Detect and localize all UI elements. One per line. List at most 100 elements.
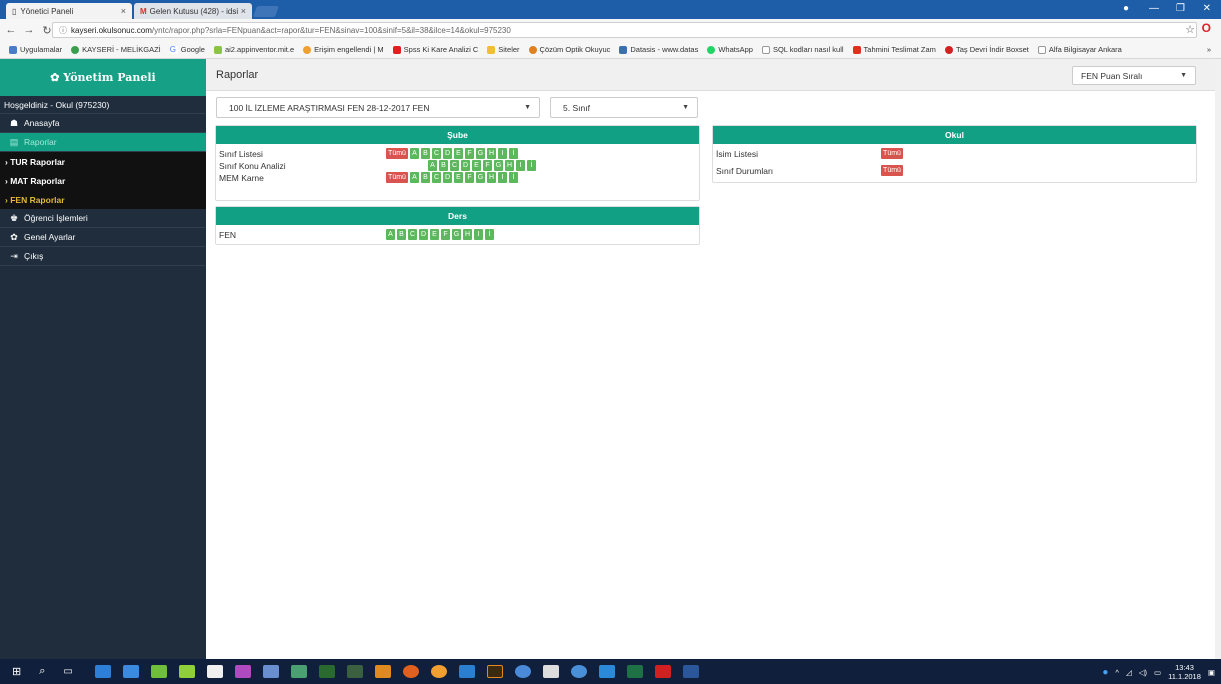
bookmark-item[interactable]: Siteler <box>487 45 520 54</box>
app-icon[interactable] <box>178 665 195 678</box>
excel-icon[interactable] <box>626 665 643 678</box>
clock[interactable]: 13:43 11.1.2018 <box>1168 663 1201 681</box>
app-icon[interactable] <box>374 665 391 678</box>
close-icon[interactable]: × <box>241 6 246 16</box>
sidebar-item-ayarlar[interactable]: ✿ Genel Ayarlar <box>0 228 206 247</box>
branch-button[interactable]: C <box>450 160 459 171</box>
sidebar-item-cikis[interactable]: ⇥ Çıkış <box>0 247 206 266</box>
branch-button[interactable]: C <box>432 172 441 183</box>
close-icon[interactable]: × <box>121 6 126 16</box>
task-view-icon[interactable]: ▭ <box>63 666 72 677</box>
exam-select[interactable]: 100 İL İZLEME ARAŞTIRMASI FEN 28-12-2017… <box>216 97 540 118</box>
branch-button[interactable]: G <box>452 229 461 240</box>
chevron-up-icon[interactable]: ^ <box>1115 668 1119 677</box>
branch-button[interactable]: İ <box>527 160 536 171</box>
branch-button[interactable]: H <box>463 229 472 240</box>
bookmark-item[interactable]: Tahmini Teslimat Zam <box>852 45 936 54</box>
class-select[interactable]: 5. Sınıf ▼ <box>550 97 698 118</box>
bookmark-item[interactable]: Spss Ki Kare Analizi C <box>392 45 478 54</box>
bookmark-item[interactable]: Uygulamalar <box>9 45 62 54</box>
branch-button[interactable]: A <box>428 160 437 171</box>
bookmark-item[interactable]: WhatsApp <box>707 45 753 54</box>
illustrator-icon[interactable] <box>486 665 503 678</box>
branch-button[interactable]: H <box>487 148 496 159</box>
branch-button[interactable]: E <box>430 229 439 240</box>
acrobat-icon[interactable] <box>654 665 671 678</box>
notification-icon[interactable]: ▣ <box>1208 668 1215 677</box>
branch-button[interactable]: I <box>498 172 507 183</box>
all-button[interactable]: Tümü <box>386 148 408 159</box>
bookmark-item[interactable]: G Google <box>169 45 205 54</box>
bookmark-item[interactable]: Erişim engellendi | M <box>303 45 384 54</box>
branch-button[interactable]: G <box>476 172 485 183</box>
forward-icon[interactable]: → <box>22 24 36 36</box>
ie-icon[interactable] <box>598 665 615 678</box>
branch-button[interactable]: E <box>454 172 463 183</box>
branch-button[interactable]: İ <box>509 172 518 183</box>
bookmark-item[interactable]: Çözüm Optik Okuyuc <box>528 45 610 54</box>
branch-button[interactable]: B <box>421 172 430 183</box>
branch-button[interactable]: A <box>410 172 419 183</box>
app-icon[interactable] <box>458 665 475 678</box>
branch-button[interactable]: D <box>419 229 428 240</box>
maximize-button[interactable]: ❐ <box>1176 3 1185 14</box>
branch-button[interactable]: C <box>408 229 417 240</box>
sidebar-subitem-fen[interactable]: › FEN Raporlar <box>0 190 206 209</box>
bookmark-item[interactable]: Taş Devri İndir Boxset <box>944 45 1029 54</box>
sidebar-item-anasayfa[interactable]: ☗ Anasayfa <box>0 114 206 133</box>
branch-button[interactable]: A <box>410 148 419 159</box>
close-window-button[interactable]: ✕ <box>1203 3 1211 14</box>
search-icon[interactable]: ⌕ <box>39 665 45 678</box>
branch-button[interactable]: H <box>487 172 496 183</box>
firefox-icon[interactable] <box>402 665 419 678</box>
app-icon[interactable] <box>262 665 279 678</box>
all-button[interactable]: Tümü <box>881 148 903 159</box>
app-icon[interactable] <box>234 665 251 678</box>
sidebar-subitem-tur[interactable]: › TUR Raporlar <box>0 152 206 171</box>
opera-icon[interactable]: O <box>1202 21 1211 35</box>
app-icon[interactable] <box>150 665 167 678</box>
branch-button[interactable]: C <box>432 148 441 159</box>
branch-button[interactable]: E <box>454 148 463 159</box>
sidebar-item-raporlar[interactable]: ▤ Raporlar <box>0 133 206 152</box>
branch-button[interactable]: D <box>443 172 452 183</box>
bookmark-item[interactable]: KAYSERİ - MELİKGAZİ <box>71 45 161 54</box>
bookmark-item[interactable]: Datasis - www.datas <box>619 45 698 54</box>
keyboard-icon[interactable]: ▭ <box>1154 668 1161 677</box>
mail-icon[interactable] <box>542 665 559 678</box>
branch-button[interactable]: İ <box>509 148 518 159</box>
store-icon[interactable] <box>206 665 223 678</box>
branch-button[interactable]: B <box>421 148 430 159</box>
branch-button[interactable]: I <box>498 148 507 159</box>
url-input[interactable]: ⓘ kayseri.okulsonuc.com/yntc/rapor.php?s… <box>52 22 1197 38</box>
branch-button[interactable]: F <box>441 229 450 240</box>
branch-button[interactable]: A <box>386 229 395 240</box>
app-icon[interactable] <box>570 665 587 678</box>
app-icon[interactable] <box>290 665 307 678</box>
windows-start-icon[interactable]: ⊞ <box>12 665 21 678</box>
branch-button[interactable]: D <box>461 160 470 171</box>
minimize-button[interactable]: — <box>1149 3 1159 14</box>
app-icon[interactable] <box>318 665 335 678</box>
branch-button[interactable]: B <box>397 229 406 240</box>
volume-icon[interactable]: ◁) <box>1139 668 1147 677</box>
branch-button[interactable]: F <box>483 160 492 171</box>
branch-button[interactable]: İ <box>485 229 494 240</box>
new-tab-button[interactable] <box>252 6 280 17</box>
branch-button[interactable]: F <box>465 148 474 159</box>
bookmark-item[interactable]: SQL kodları nasıl kull <box>761 45 844 54</box>
back-icon[interactable]: ← <box>4 24 18 36</box>
more-bookmarks-icon[interactable]: » <box>1207 45 1211 54</box>
branch-button[interactable]: H <box>505 160 514 171</box>
sort-select[interactable]: FEN Puan Sıralı ▼ <box>1072 66 1196 85</box>
bookmark-star-icon[interactable]: ☆ <box>1185 23 1195 36</box>
branch-button[interactable]: I <box>474 229 483 240</box>
tab-gmail[interactable]: M Gelen Kutusu (428) - idsi × <box>134 3 252 19</box>
sidebar-subitem-mat[interactable]: › MAT Raporlar <box>0 171 206 190</box>
branch-button[interactable]: G <box>494 160 503 171</box>
all-button[interactable]: Tümü <box>386 172 408 183</box>
branch-button[interactable]: G <box>476 148 485 159</box>
app-icon[interactable] <box>514 665 531 678</box>
scrollbar[interactable] <box>1215 59 1221 659</box>
profile-icon[interactable]: ● <box>1123 3 1129 14</box>
